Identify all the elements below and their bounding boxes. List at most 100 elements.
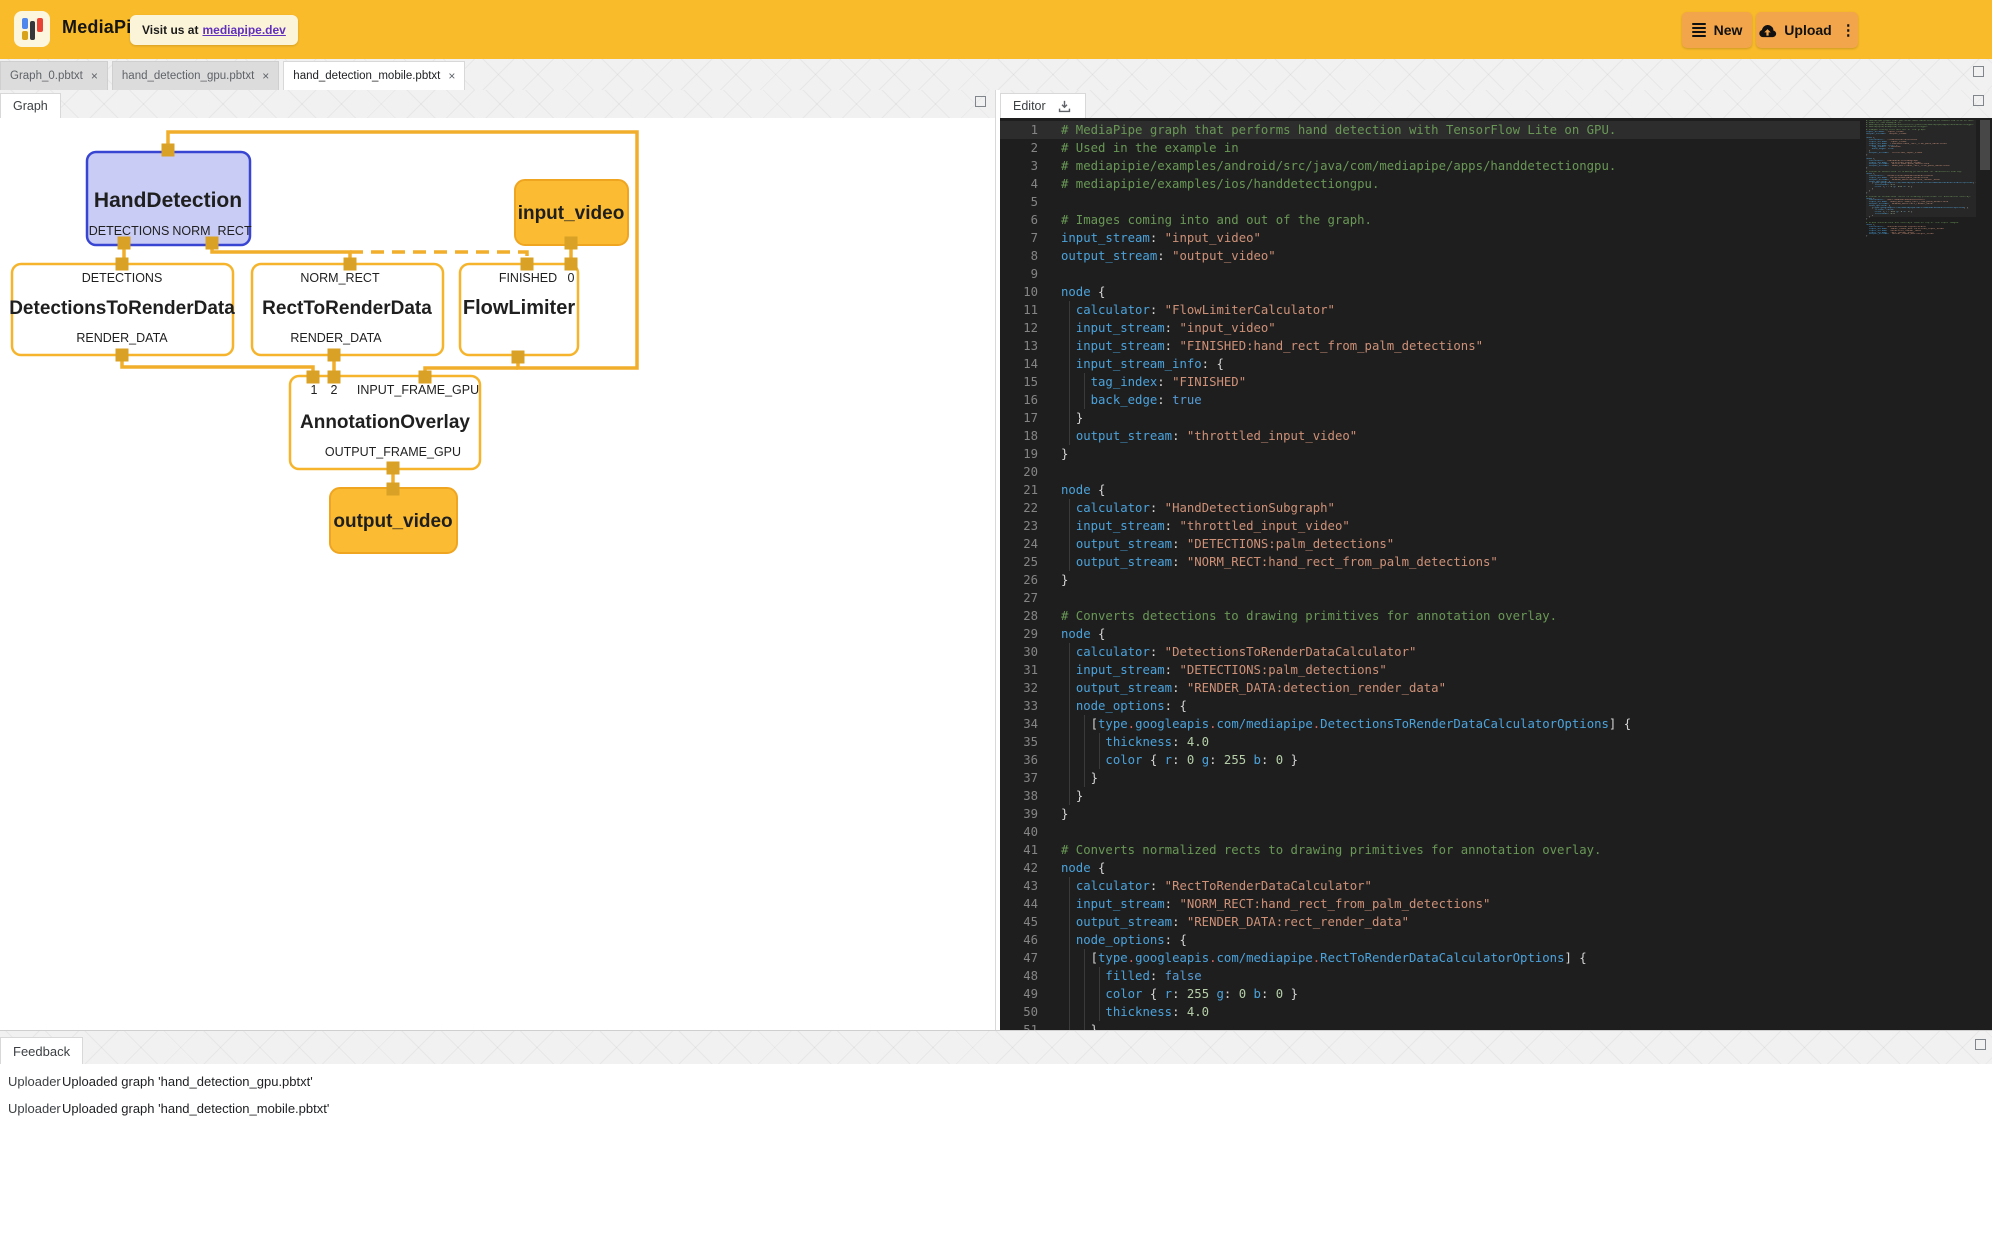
port-connector[interactable] — [116, 258, 129, 271]
code-line[interactable]: 34 [type.googleapis.com/mediapipe.Detect… — [1000, 715, 1860, 733]
code-line[interactable]: 7input_stream: "input_video" — [1000, 229, 1860, 247]
code-line[interactable]: 4# mediapipie/examples/ios/handdetection… — [1000, 175, 1860, 193]
port-connector[interactable] — [387, 462, 400, 475]
code-line[interactable]: 38 } — [1000, 787, 1860, 805]
close-tab-icon[interactable]: × — [262, 70, 269, 82]
port-connector[interactable] — [565, 258, 578, 271]
code-line[interactable]: 42node { — [1000, 859, 1860, 877]
code-line[interactable]: 22 calculator: "HandDetectionSubgraph" — [1000, 499, 1860, 517]
code-line[interactable]: 11 calculator: "FlowLimiterCalculator" — [1000, 301, 1860, 319]
expand-tabs-icon[interactable] — [1973, 66, 1984, 77]
code-line[interactable]: 48 filled: false — [1000, 967, 1860, 985]
code-line[interactable]: 31 input_stream: "DETECTIONS:palm_detect… — [1000, 661, 1860, 679]
code-line[interactable]: 12 input_stream: "input_video" — [1000, 319, 1860, 337]
code-line[interactable]: 50 thickness: 4.0 — [1000, 1003, 1860, 1021]
code-line[interactable]: 46 node_options: { — [1000, 931, 1860, 949]
code-line[interactable]: 32 output_stream: "RENDER_DATA:detection… — [1000, 679, 1860, 697]
file-tab[interactable]: hand_detection_mobile.pbtxt× — [283, 61, 465, 90]
file-tab[interactable]: Graph_0.pbtxt× — [0, 61, 108, 90]
code-line[interactable]: 51 } — [1000, 1021, 1860, 1030]
tab-graph[interactable]: Graph — [0, 93, 61, 118]
expand-graph-icon[interactable] — [975, 96, 986, 107]
download-icon[interactable] — [1056, 98, 1073, 115]
code-line[interactable]: 6# Images coming into and out of the gra… — [1000, 211, 1860, 229]
code-line[interactable]: 39} — [1000, 805, 1860, 823]
edge-norm-rect[interactable] — [212, 243, 350, 266]
file-tab[interactable]: hand_detection_gpu.pbtxt× — [112, 61, 279, 90]
port-connector[interactable] — [328, 371, 341, 384]
close-tab-icon[interactable]: × — [448, 70, 455, 82]
code-line[interactable]: 35 thickness: 4.0 — [1000, 733, 1860, 751]
graph-canvas[interactable]: HandDetection DETECTIONS NORM_RECT input… — [0, 118, 995, 1030]
port-connector[interactable] — [118, 237, 131, 250]
code-line[interactable]: 25 output_stream: "NORM_RECT:hand_rect_f… — [1000, 553, 1860, 571]
node-detections-to-render-data[interactable]: DETECTIONS DetectionsToRenderData RENDER… — [9, 264, 235, 355]
code-line[interactable]: 15 tag_index: "FINISHED" — [1000, 373, 1860, 391]
code-line[interactable]: 17 } — [1000, 409, 1860, 427]
port-connector[interactable] — [344, 258, 357, 271]
port-connector[interactable] — [307, 371, 320, 384]
code-line[interactable]: 20 — [1000, 463, 1860, 481]
tab-feedback[interactable]: Feedback — [0, 1037, 83, 1065]
port-connector[interactable] — [419, 371, 432, 384]
code-editor[interactable]: 1# MediaPipe graph that performs hand de… — [1000, 118, 1992, 1030]
port-connector[interactable] — [206, 237, 219, 250]
code-line[interactable]: 10node { — [1000, 283, 1860, 301]
node-hand-detection[interactable]: HandDetection DETECTIONS NORM_RECT — [87, 152, 252, 245]
node-flow-limiter[interactable]: FINISHED 0 FlowLimiter — [460, 264, 578, 355]
minimap[interactable]: # MediaPipe graph that performs hand det… — [1866, 120, 1976, 237]
mediapipe-dev-link[interactable]: mediapipe.dev — [202, 23, 285, 37]
code-line[interactable]: 2# Used in the example in — [1000, 139, 1860, 157]
code-line[interactable]: 37 } — [1000, 769, 1860, 787]
code-lines[interactable]: 1# MediaPipe graph that performs hand de… — [1000, 121, 1860, 1030]
code-line[interactable]: 33 node_options: { — [1000, 697, 1860, 715]
code-line[interactable]: 24 output_stream: "DETECTIONS:palm_detec… — [1000, 535, 1860, 553]
editor-scrollbar[interactable] — [1978, 118, 1992, 1030]
edge-detection-render-data[interactable] — [122, 353, 313, 378]
expand-editor-icon[interactable] — [1973, 95, 1984, 106]
code-line[interactable]: 45 output_stream: "RENDER_DATA:rect_rend… — [1000, 913, 1860, 931]
port-connector[interactable] — [512, 351, 525, 364]
node-annotation-overlay[interactable]: 1 2 INPUT_FRAME_GPU AnnotationOverlay OU… — [290, 376, 480, 469]
node-input-video[interactable]: input_video — [515, 180, 628, 245]
code-line[interactable]: 13 input_stream: "FINISHED:hand_rect_fro… — [1000, 337, 1860, 355]
code-line[interactable]: 14 input_stream_info: { — [1000, 355, 1860, 373]
code-line[interactable]: 3# mediapipie/examples/android/src/java/… — [1000, 157, 1860, 175]
port-connector[interactable] — [387, 483, 400, 496]
code-line[interactable]: 30 calculator: "DetectionsToRenderDataCa… — [1000, 643, 1860, 661]
port-connector[interactable] — [116, 349, 129, 362]
code-line[interactable]: 5 — [1000, 193, 1860, 211]
port-connector[interactable] — [521, 258, 534, 271]
code-line[interactable]: 8output_stream: "output_video" — [1000, 247, 1860, 265]
code-line[interactable]: 19} — [1000, 445, 1860, 463]
more-options-icon[interactable]: ⋮ — [1841, 23, 1856, 38]
code-line[interactable]: 40 — [1000, 823, 1860, 841]
code-line[interactable]: 49 color { r: 255 g: 0 b: 0 } — [1000, 985, 1860, 1003]
visit-badge[interactable]: Visit us at mediapipe.dev — [130, 15, 298, 45]
code-line[interactable]: 41# Converts normalized rects to drawing… — [1000, 841, 1860, 859]
code-line[interactable]: 1# MediaPipe graph that performs hand de… — [1000, 121, 1860, 139]
code-line[interactable]: 23 input_stream: "throttled_input_video" — [1000, 517, 1860, 535]
node-rect-to-render-data[interactable]: NORM_RECT RectToRenderData RENDER_DATA — [252, 264, 443, 355]
scrollbar-slider[interactable] — [1980, 120, 1990, 170]
code-line[interactable]: 21node { — [1000, 481, 1860, 499]
edge-finished-back-edge[interactable] — [350, 252, 527, 264]
code-line[interactable]: 28# Converts detections to drawing primi… — [1000, 607, 1860, 625]
code-line[interactable]: 26} — [1000, 571, 1860, 589]
code-line[interactable]: 47 [type.googleapis.com/mediapipe.RectTo… — [1000, 949, 1860, 967]
code-line[interactable]: 36 color { r: 0 g: 255 b: 0 } — [1000, 751, 1860, 769]
close-tab-icon[interactable]: × — [91, 70, 98, 82]
code-line[interactable]: 18 output_stream: "throttled_input_video… — [1000, 427, 1860, 445]
upload-button[interactable]: Upload ⋮ — [1756, 12, 1858, 48]
code-line[interactable]: 43 calculator: "RectToRenderDataCalculat… — [1000, 877, 1860, 895]
new-button[interactable]: New — [1682, 12, 1752, 48]
code-line[interactable]: 29node { — [1000, 625, 1860, 643]
code-line[interactable]: 9 — [1000, 265, 1860, 283]
code-line[interactable]: 16 back_edge: true — [1000, 391, 1860, 409]
code-line[interactable]: 27 — [1000, 589, 1860, 607]
code-line[interactable]: 44 input_stream: "NORM_RECT:hand_rect_fr… — [1000, 895, 1860, 913]
node-output-video[interactable]: output_video — [330, 488, 457, 553]
port-connector[interactable] — [565, 237, 578, 250]
port-connector[interactable] — [328, 349, 341, 362]
expand-feedback-icon[interactable] — [1975, 1039, 1986, 1050]
